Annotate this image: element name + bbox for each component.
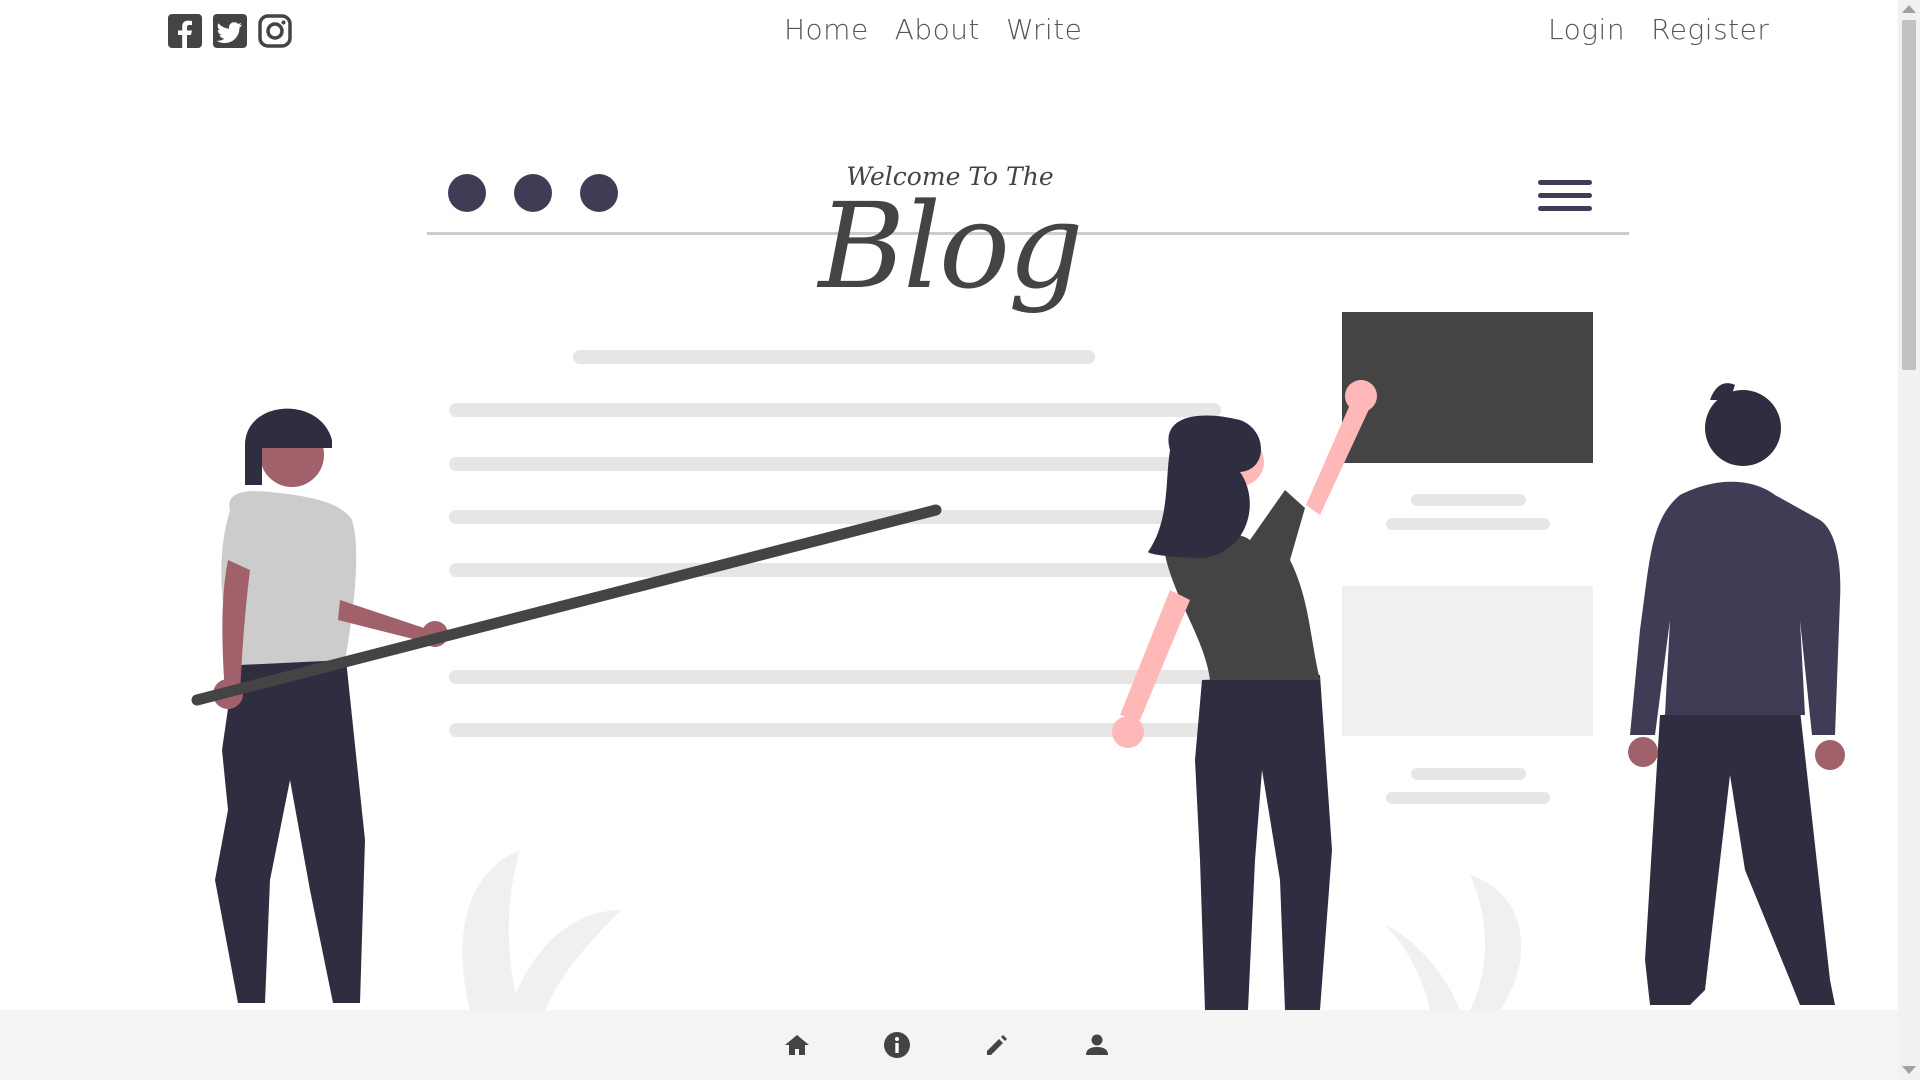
window-dot <box>514 174 552 212</box>
nav-register-link[interactable]: Register <box>1651 10 1769 50</box>
person-middle <box>1112 380 1377 1010</box>
pencil-icon[interactable] <box>982 1030 1012 1060</box>
social-links <box>168 14 292 48</box>
light-panel <box>1342 586 1593 736</box>
main-nav: Home About Write <box>784 10 1082 50</box>
bottom-nav-icons <box>782 1030 1112 1060</box>
hero-illustration <box>191 174 1845 1010</box>
facebook-icon[interactable] <box>168 14 202 48</box>
nav-about-link[interactable]: About <box>895 10 980 50</box>
scroll-thumb[interactable] <box>1902 20 1916 370</box>
dark-panel <box>1342 312 1593 463</box>
person-left <box>191 408 942 1003</box>
vertical-scrollbar[interactable] <box>1898 0 1920 1080</box>
scroll-up-arrow-icon[interactable] <box>1902 5 1916 13</box>
scroll-down-arrow-icon[interactable] <box>1902 1066 1916 1074</box>
instagram-icon[interactable] <box>258 14 292 48</box>
top-navbar: Home About Write Login Register <box>0 0 1898 62</box>
hero-title: Welcome To The Blog <box>740 160 1160 306</box>
bottom-navbar <box>0 1010 1898 1080</box>
hero-main-title: Blog <box>818 177 1083 315</box>
home-icon[interactable] <box>782 1030 812 1060</box>
nav-home-link[interactable]: Home <box>784 10 869 50</box>
content-lines <box>449 350 1221 737</box>
nav-login-link[interactable]: Login <box>1548 10 1625 50</box>
auth-nav: Login Register <box>1548 10 1769 50</box>
plant-right <box>1385 875 1522 1010</box>
nav-write-link[interactable]: Write <box>1006 10 1082 50</box>
user-icon[interactable] <box>1082 1030 1112 1060</box>
info-icon[interactable] <box>882 1030 912 1060</box>
person-right <box>1628 383 1845 1005</box>
twitter-icon[interactable] <box>213 14 247 48</box>
hamburger-menu-icon <box>1538 180 1592 211</box>
window-dot <box>448 174 486 212</box>
window-dot <box>580 174 618 212</box>
plant-left <box>462 850 622 1010</box>
